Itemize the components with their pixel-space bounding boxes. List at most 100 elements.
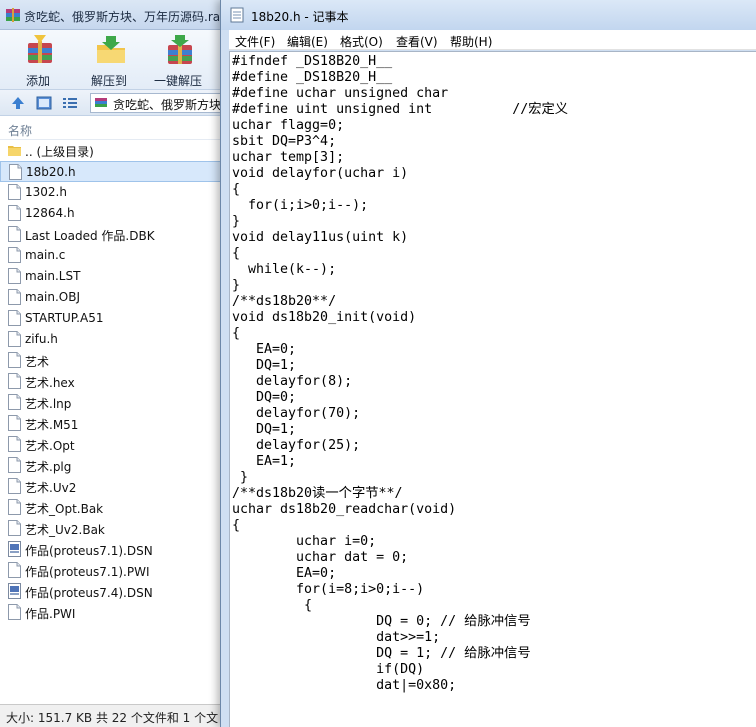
code-line: delayfor(25); (232, 438, 361, 453)
file-row[interactable]: 艺术.Opt (0, 434, 230, 455)
file-icon (8, 562, 21, 578)
archive-address-bar: 贪吃蛇、俄罗斯方块 (0, 90, 230, 116)
file-row[interactable]: 艺术_Uv2.Bak (0, 518, 230, 539)
code-line: void delay11us(uint k) (232, 230, 409, 245)
file-row[interactable]: main.LST (0, 266, 230, 287)
file-row[interactable]: 艺术 (0, 350, 230, 371)
code-line: } (232, 470, 249, 485)
archive-title-bar[interactable]: 贪吃蛇、俄罗斯方块、万年历源码.ra (0, 0, 230, 30)
file-icon (8, 226, 21, 242)
code-line: #define _DS18B20_H__ (232, 70, 393, 85)
code-text: #ifndef _DS18B20_H__ #define _DS18B20_H__… (232, 54, 568, 694)
menu-view[interactable]: 查看(V) (396, 33, 438, 50)
view-details-icon[interactable] (36, 95, 52, 111)
extract-to-button[interactable]: 解压到 (79, 33, 139, 89)
code-line: void ds18b20_init(void) (232, 310, 417, 325)
menu-file[interactable]: 文件(F) (235, 33, 275, 50)
name-column-label: 名称 (8, 124, 33, 138)
quick-extract-button[interactable]: 一键解压 (148, 33, 208, 89)
notepad-title-bar[interactable]: 18b20.h - 记事本 (221, 0, 756, 30)
code-line: { (232, 598, 313, 613)
file-name: 艺术 (25, 355, 50, 369)
name-column-header[interactable]: 名称 (0, 118, 230, 140)
file-row[interactable]: 1302.h (0, 182, 230, 203)
code-line: uchar temp[3]; (232, 150, 345, 165)
file-row[interactable]: 艺术.hex (0, 371, 230, 392)
file-row[interactable]: .. (上级目录) (0, 140, 230, 161)
add-books-icon (28, 35, 52, 63)
code-line: void delayfor(uchar i) (232, 166, 409, 181)
file-name: 艺术.plg (25, 460, 72, 474)
file-name: 艺术_Opt.Bak (25, 502, 104, 516)
file-row[interactable]: main.c (0, 245, 230, 266)
add-button[interactable]: 添加 (8, 33, 68, 89)
archive-file-list: .. (上级目录) 18b20.h 1302.h 12864.h Last Loaded… (0, 140, 230, 623)
dsn-file-icon (8, 583, 21, 599)
file-row[interactable]: 作品.PWI (0, 602, 230, 623)
archive-status-bar: 大小: 151.7 KB 共 22 个文件和 1 个文 (0, 704, 230, 727)
file-row[interactable]: 作品(proteus7.1).PWI (0, 560, 230, 581)
code-line: } (232, 214, 241, 229)
code-line: DQ=1; (232, 358, 297, 373)
add-label: 添加 (25, 74, 50, 88)
file-row[interactable]: 艺术_Opt.Bak (0, 497, 230, 518)
file-row[interactable]: STARTUP.A51 (0, 308, 230, 329)
code-line: EA=1; (232, 454, 297, 469)
file-row[interactable]: 12864.h (0, 203, 230, 224)
code-line: sbit DQ=P3^4; (232, 134, 337, 149)
menu-edit[interactable]: 编辑(E) (287, 33, 328, 50)
quick-extract-icon (168, 35, 192, 64)
file-icon (8, 310, 21, 326)
file-row[interactable]: 18b20.h (0, 161, 230, 182)
notepad-app-icon (230, 7, 244, 23)
file-icon (8, 415, 21, 431)
code-line: while(k--); (232, 262, 337, 277)
code-line: uchar flagg=0; (232, 118, 345, 133)
code-line: DQ=0; (232, 390, 297, 405)
file-row[interactable]: 艺术.M51 (0, 413, 230, 434)
code-line: /**ds18b20读一个字节**/ (232, 486, 403, 501)
archive-toolbar: 添加 解压到 一键解压 (0, 30, 230, 90)
code-line: for(i=8;i>0;i--) (232, 582, 425, 597)
extract-folder-icon (97, 36, 125, 63)
file-row[interactable]: 作品(proteus7.1).DSN (0, 539, 230, 560)
file-name: STARTUP.A51 (25, 311, 104, 325)
code-line: DQ = 0; // 给脉冲信号 (232, 614, 531, 629)
file-name: 作品(proteus7.1).DSN (25, 544, 153, 558)
up-arrow-icon[interactable] (10, 95, 26, 111)
file-name: 艺术.lnp (25, 397, 72, 411)
file-row[interactable]: main.OBJ (0, 287, 230, 308)
file-row[interactable]: zifu.h (0, 329, 230, 350)
file-icon (8, 520, 21, 536)
code-line: DQ=1; (232, 422, 297, 437)
archive-title: 贪吃蛇、俄罗斯方块、万年历源码.ra (24, 10, 221, 24)
code-line: /**ds18b20**/ (232, 294, 337, 309)
code-line: uchar ds18b20_readchar(void) (232, 502, 457, 517)
notepad-text-area[interactable]: #ifndef _DS18B20_H__ #define _DS18B20_H__… (229, 51, 756, 727)
code-line: EA=0; (232, 342, 297, 357)
menu-help[interactable]: 帮助(H) (450, 33, 492, 50)
file-name: 作品.PWI (25, 607, 76, 621)
file-name: .. (上级目录) (25, 145, 94, 159)
file-icon (8, 184, 21, 200)
file-name: 艺术_Uv2.Bak (25, 523, 105, 537)
file-row[interactable]: 艺术.Uv2 (0, 476, 230, 497)
file-row[interactable]: 艺术.plg (0, 455, 230, 476)
file-name: 作品(proteus7.4).DSN (25, 586, 153, 600)
file-icon (8, 205, 21, 221)
file-icon (8, 478, 21, 494)
file-icon (8, 247, 21, 263)
view-list-icon[interactable] (62, 95, 78, 111)
menu-format[interactable]: 格式(O) (340, 33, 383, 50)
code-line: { (232, 326, 241, 341)
archive-path-field[interactable]: 贪吃蛇、俄罗斯方块 (90, 93, 230, 113)
file-row[interactable]: Last Loaded 作品.DBK (0, 224, 230, 245)
archive-path-icon (95, 98, 107, 107)
folder-up-icon (8, 146, 21, 156)
file-icon (8, 499, 21, 515)
code-line: DQ = 1; // 给脉冲信号 (232, 646, 531, 661)
file-row[interactable]: 作品(proteus7.4).DSN (0, 581, 230, 602)
file-name: 18b20.h (26, 165, 76, 179)
file-icon (8, 373, 21, 389)
file-row[interactable]: 艺术.lnp (0, 392, 230, 413)
